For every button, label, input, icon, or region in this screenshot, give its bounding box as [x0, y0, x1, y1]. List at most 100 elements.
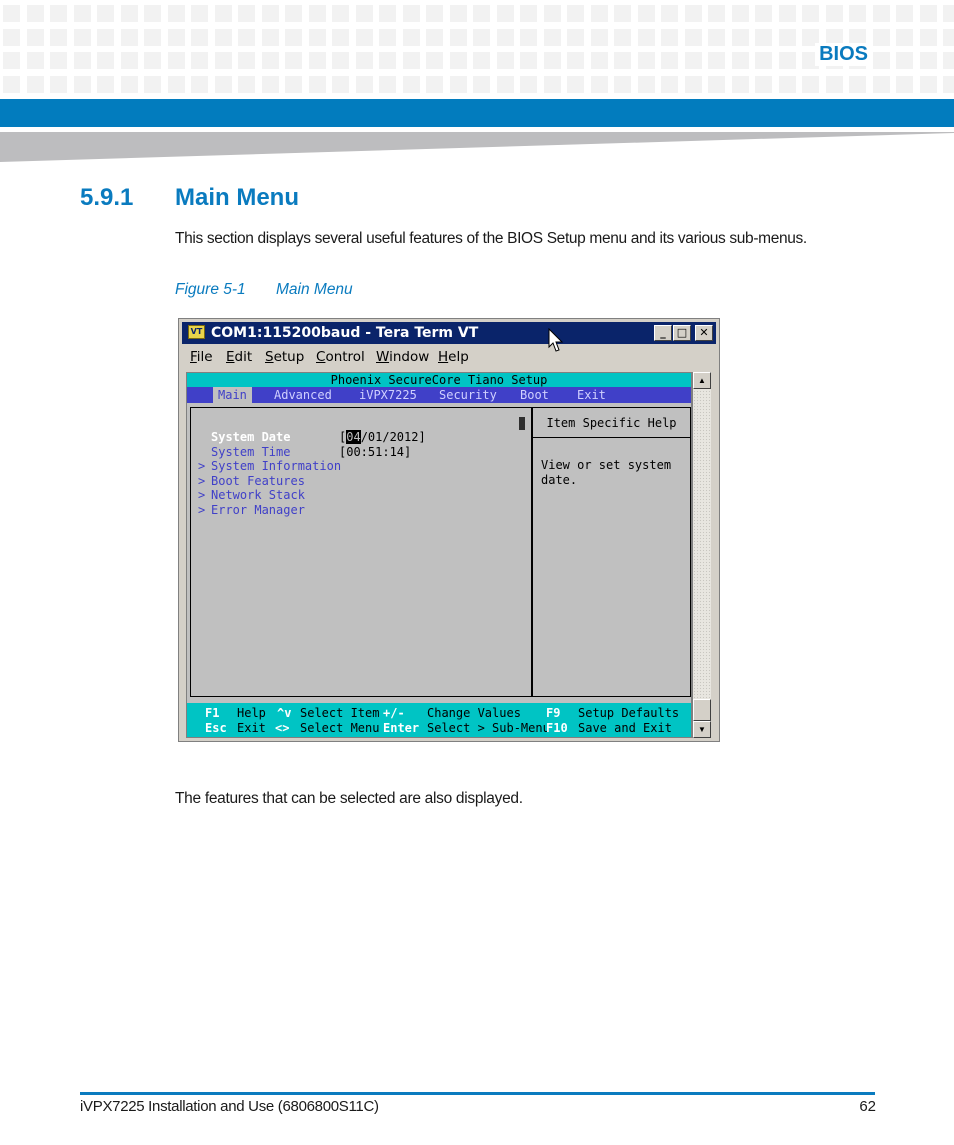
bios-tab-exit[interactable]: Exit	[572, 387, 611, 403]
pattern-cell	[778, 5, 796, 22]
system-date-value[interactable]: [04/01/2012]	[339, 430, 426, 444]
pattern-cell	[238, 75, 255, 93]
pattern-cell	[50, 75, 67, 93]
pattern-cell	[50, 28, 67, 46]
menu-help[interactable]: Help	[438, 349, 469, 365]
scroll-thumb[interactable]	[693, 699, 711, 721]
pattern-cell	[590, 52, 608, 69]
key-esc: Esc	[205, 721, 227, 735]
bios-tab-main[interactable]: Main	[213, 387, 252, 403]
maximize-button[interactable]: □	[673, 325, 691, 341]
bios-tab-advanced[interactable]: Advanced	[269, 387, 337, 403]
scroll-up-arrow-icon[interactable]: ▲	[693, 372, 711, 389]
pattern-cell	[308, 28, 326, 46]
page-number: 62	[859, 1098, 876, 1115]
pattern-cell	[496, 5, 514, 22]
pattern-cell	[567, 52, 584, 69]
pattern-cell	[661, 5, 678, 22]
bios-tab-ivpx7225[interactable]: iVPX7225	[354, 387, 422, 403]
help-pane: Item Specific Help View or set system da…	[532, 407, 691, 697]
pattern-cell	[919, 28, 937, 46]
pattern-cell	[684, 28, 702, 46]
pattern-cell	[731, 52, 749, 69]
bios-settings-pane: System Date [04/01/2012] System Time [00…	[190, 407, 532, 697]
pattern-cell	[825, 75, 843, 93]
pattern-cell	[896, 5, 913, 22]
pattern-cell	[708, 5, 725, 22]
pattern-cell	[285, 28, 302, 46]
terminal-area[interactable]: Phoenix SecureCore Tiano Setup Main Adva…	[186, 372, 692, 738]
pattern-cell	[285, 52, 302, 69]
pattern-cell	[332, 5, 349, 22]
close-button[interactable]: ✕	[695, 325, 713, 341]
pattern-cell	[120, 5, 138, 22]
pattern-cell	[614, 52, 631, 69]
system-time-value[interactable]: [00:51:14]	[339, 445, 411, 459]
pattern-cell	[543, 52, 561, 69]
bios-item-network-stack[interactable]: Network Stack	[211, 488, 305, 502]
window-title: COM1:115200baud - Tera Term VT	[211, 325, 479, 341]
pattern-cell	[308, 5, 326, 22]
pattern-cell	[731, 28, 749, 46]
window-titlebar[interactable]: VT COM1:115200baud - Tera Term VT _ □ ✕	[182, 322, 716, 344]
pattern-cell	[590, 28, 608, 46]
menu-window[interactable]: Window	[376, 349, 429, 365]
pattern-cell	[449, 52, 467, 69]
key-f1: F1	[205, 706, 220, 720]
scroll-down-arrow-icon[interactable]: ▼	[693, 721, 711, 738]
pattern-cell	[144, 52, 161, 69]
pattern-cell	[755, 5, 772, 22]
pattern-cell	[355, 52, 373, 69]
header-bar	[0, 99, 954, 127]
bios-item-system-information[interactable]: System Information	[211, 459, 341, 473]
date-cursor-field[interactable]: 04	[346, 430, 361, 444]
minimize-button[interactable]: _	[654, 325, 672, 341]
pattern-cell	[943, 28, 954, 46]
pattern-cell	[26, 28, 44, 46]
pattern-cell	[473, 5, 490, 22]
bios-tab-security[interactable]: Security	[434, 387, 502, 403]
pattern-cell	[896, 75, 913, 93]
pattern-cell	[496, 75, 514, 93]
pattern-cell	[332, 28, 349, 46]
pattern-cell	[755, 28, 772, 46]
key-f10-desc: Save and Exit	[578, 721, 672, 735]
pattern-cell	[849, 5, 866, 22]
menu-control[interactable]: Control	[316, 349, 365, 365]
pattern-cell	[214, 75, 232, 93]
menu-edit[interactable]: Edit	[226, 349, 252, 365]
pattern-cell	[919, 52, 937, 69]
outro-paragraph: The features that can be selected are al…	[175, 790, 523, 807]
pattern-cell	[238, 28, 255, 46]
pattern-cell	[872, 75, 890, 93]
vertical-scrollbar[interactable]: ▲ ▼	[692, 372, 711, 738]
pattern-cell	[261, 75, 279, 93]
pattern-cell	[731, 5, 749, 22]
bios-item-system-time[interactable]: System Time	[211, 445, 290, 459]
terminal-cursor	[519, 417, 525, 430]
pattern-cell	[520, 5, 537, 22]
pattern-cell	[755, 52, 772, 69]
bios-tab-boot[interactable]: Boot	[515, 387, 554, 403]
pattern-cell	[97, 28, 114, 46]
pattern-cell	[872, 28, 890, 46]
pattern-cell	[637, 52, 655, 69]
bios-item-boot-features[interactable]: Boot Features	[211, 474, 305, 488]
help-title: Item Specific Help	[533, 408, 690, 438]
key-esc-desc: Exit	[237, 721, 266, 735]
pattern-cell	[520, 75, 537, 93]
figure-label: Figure 5-1	[175, 281, 246, 298]
pattern-cell	[802, 5, 819, 22]
pattern-cell	[3, 52, 20, 69]
pattern-cell	[73, 28, 91, 46]
menu-setup[interactable]: Setup	[265, 349, 304, 365]
bios-item-error-manager[interactable]: Error Manager	[211, 503, 305, 517]
pattern-cell	[261, 5, 279, 22]
menu-bar: File Edit Setup Control Window Help	[182, 346, 716, 368]
pattern-cell	[684, 52, 702, 69]
pattern-cell	[426, 5, 443, 22]
bios-item-system-date[interactable]: System Date	[211, 430, 290, 444]
menu-file[interactable]: File	[190, 349, 213, 365]
pattern-cell	[167, 52, 185, 69]
pattern-cell	[167, 5, 185, 22]
